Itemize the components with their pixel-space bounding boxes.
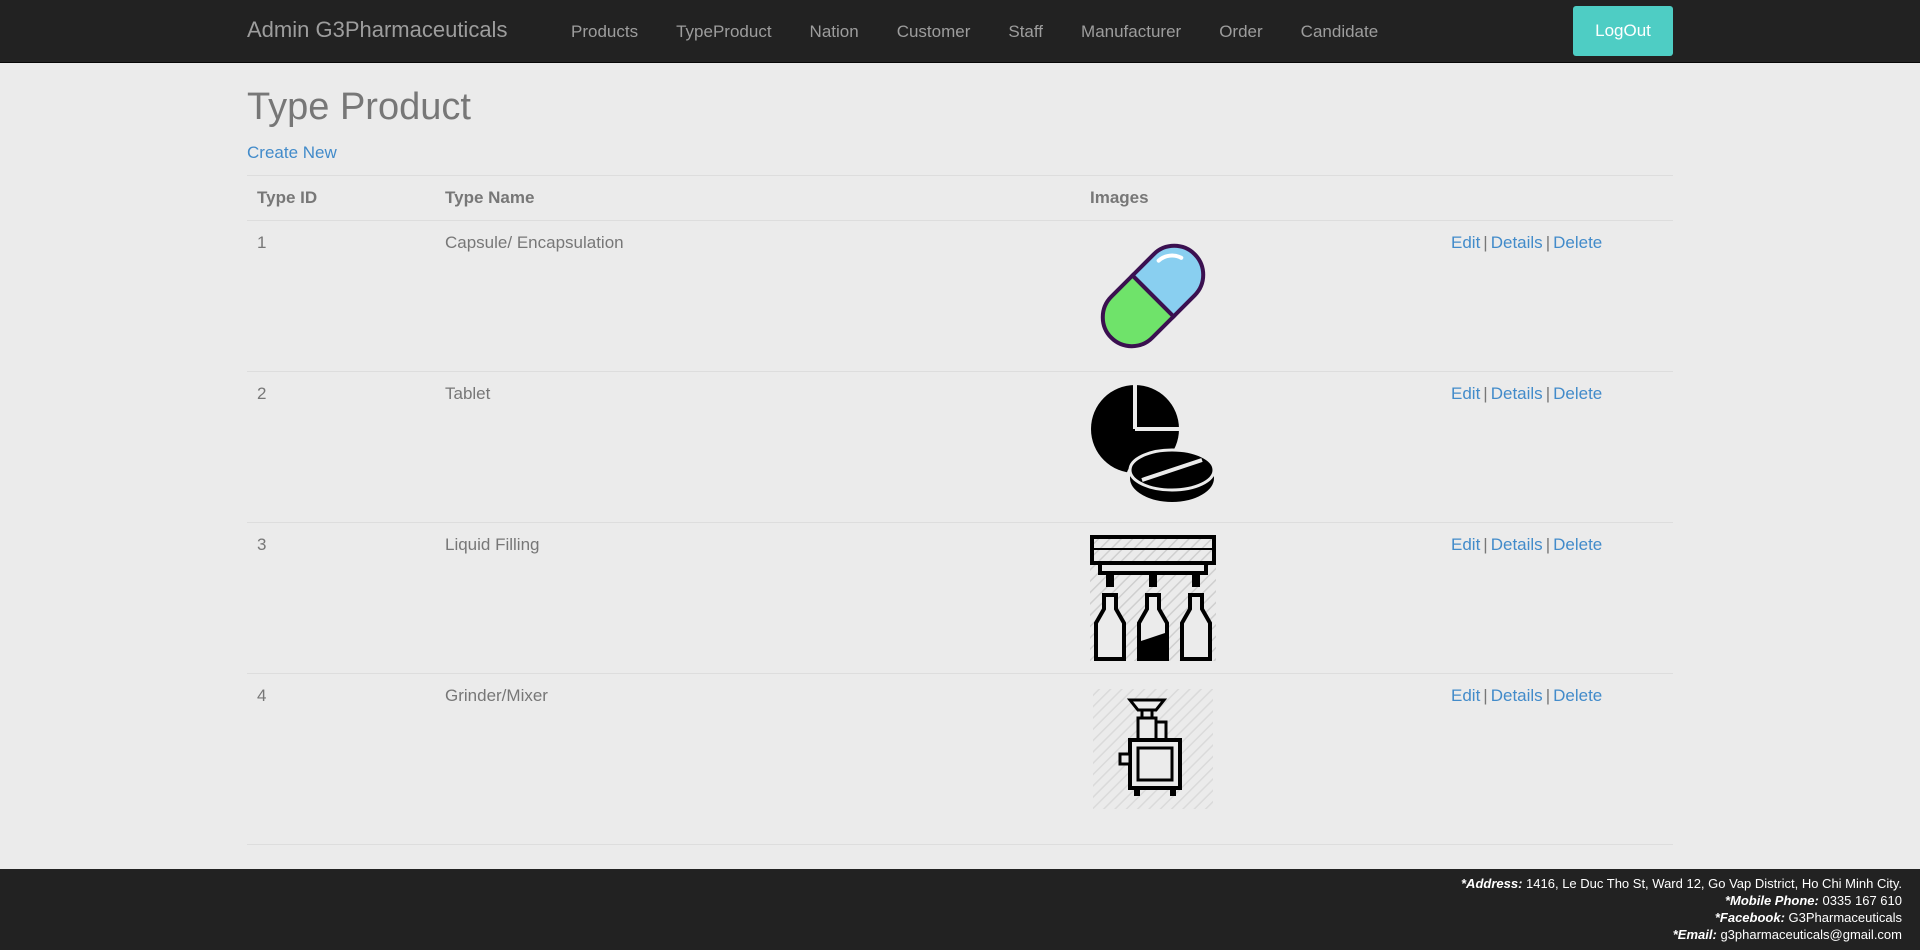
action-separator: |: [1545, 534, 1551, 554]
delete-link[interactable]: Delete: [1553, 233, 1602, 252]
type-product-table: Type ID Type Name Images 1 Capsule/ Enca…: [247, 174, 1673, 845]
table-row: 1 Capsule/ Encapsulation Edit | Details | De…: [247, 219, 1673, 372]
facebook-label: *Facebook:: [1714, 910, 1785, 925]
grinder-mixer-icon: [1093, 688, 1213, 809]
action-separator: |: [1545, 383, 1551, 403]
email-label: *Email:: [1672, 927, 1717, 942]
main-content: Type Product Create New Type ID Type Nam…: [247, 63, 1673, 845]
action-separator: |: [1545, 685, 1551, 705]
nav-link-staff[interactable]: Staff: [1008, 22, 1043, 42]
create-new-link[interactable]: Create New: [247, 143, 337, 163]
nav-item-typeproduct: TypeProduct: [657, 0, 790, 63]
table-row: 4 Grinder/Mixer Edit | Details | Delete: [247, 672, 1673, 845]
edit-link[interactable]: Edit: [1451, 686, 1480, 705]
address-value: 1416, Le Duc Tho St, Ward 12, Go Vap Dis…: [1526, 876, 1902, 891]
delete-link[interactable]: Delete: [1553, 535, 1602, 554]
action-separator: |: [1545, 232, 1551, 252]
nav-link-candidate[interactable]: Candidate: [1301, 22, 1379, 42]
delete-link[interactable]: Delete: [1553, 686, 1602, 705]
nav-link-products[interactable]: Products: [571, 22, 638, 42]
nav-link-typeproduct[interactable]: TypeProduct: [676, 22, 771, 42]
phone-label: *Mobile Phone:: [1724, 893, 1819, 908]
cell-image: [1088, 672, 1441, 845]
header-type-id: Type ID: [247, 174, 435, 221]
table-header-row: Type ID Type Name Images: [247, 174, 1673, 221]
cell-type-id: 1: [247, 219, 435, 372]
footer-address: *Address: 1416, Le Duc Tho St, Ward 12, …: [0, 875, 1902, 892]
cell-image: [1088, 521, 1441, 674]
header-actions: [1441, 174, 1673, 221]
liquid-filling-icon: [1090, 534, 1216, 661]
action-separator: |: [1483, 232, 1488, 252]
footer-facebook: *Facebook: G3Pharmaceuticals: [0, 909, 1902, 926]
brand-link[interactable]: Admin G3Pharmaceuticals: [247, 17, 507, 43]
nav-link-nation[interactable]: Nation: [810, 22, 859, 42]
nav-item-order: Order: [1200, 0, 1281, 63]
cell-type-id: 4: [247, 672, 435, 845]
edit-link[interactable]: Edit: [1451, 535, 1480, 554]
page-title: Type Product: [247, 86, 471, 128]
tablet-icon: [1091, 384, 1216, 506]
footer-phone: *Mobile Phone: 0335 167 610: [0, 892, 1902, 909]
nav-link-customer[interactable]: Customer: [897, 22, 971, 42]
cell-type-name: Tablet: [435, 370, 1088, 523]
email-value: g3pharmaceuticals@gmail.com: [1720, 927, 1902, 942]
edit-link[interactable]: Edit: [1451, 384, 1480, 403]
nav-item-products: Products: [552, 0, 657, 63]
table-row: 3 Liquid Filling Edit | Details | Delete: [247, 521, 1673, 674]
nav-item-staff: Staff: [989, 0, 1062, 63]
nav-link-manufacturer[interactable]: Manufacturer: [1081, 22, 1181, 42]
cell-type-id: 2: [247, 370, 435, 523]
nav-item-nation: Nation: [791, 0, 878, 63]
header-type-name: Type Name: [435, 174, 1088, 221]
facebook-value: G3Pharmaceuticals: [1788, 910, 1902, 925]
action-separator: |: [1483, 383, 1488, 403]
cell-type-name: Capsule/ Encapsulation: [435, 219, 1088, 372]
cell-actions: Edit | Details | Delete: [1441, 370, 1673, 523]
nav-item-manufacturer: Manufacturer: [1062, 0, 1200, 63]
cell-type-name: Grinder/Mixer: [435, 672, 1088, 845]
footer-email: *Email: g3pharmaceuticals@gmail.com: [0, 926, 1902, 943]
nav-item-customer: Customer: [878, 0, 990, 63]
cell-type-id: 3: [247, 521, 435, 674]
cell-actions: Edit | Details | Delete: [1441, 672, 1673, 845]
details-link[interactable]: Details: [1491, 233, 1543, 252]
footer: *Address: 1416, Le Duc Tho St, Ward 12, …: [0, 869, 1920, 950]
cell-image: [1088, 370, 1441, 523]
address-label: *Address:: [1461, 876, 1523, 891]
nav-item-candidate: Candidate: [1282, 0, 1398, 63]
cell-type-name: Liquid Filling: [435, 521, 1088, 674]
action-separator: |: [1483, 534, 1488, 554]
details-link[interactable]: Details: [1491, 686, 1543, 705]
cell-actions: Edit | Details | Delete: [1441, 521, 1673, 674]
cell-image: [1088, 219, 1441, 372]
details-link[interactable]: Details: [1491, 535, 1543, 554]
details-link[interactable]: Details: [1491, 384, 1543, 403]
delete-link[interactable]: Delete: [1553, 384, 1602, 403]
action-separator: |: [1483, 685, 1488, 705]
header-images: Images: [1088, 174, 1441, 221]
nav-link-order[interactable]: Order: [1219, 22, 1262, 42]
capsule-icon: [1100, 243, 1206, 348]
navbar-container: Admin G3Pharmaceuticals Products TypePro…: [247, 0, 1673, 63]
nav-links: Products TypeProduct Nation Customer Sta…: [552, 0, 1397, 63]
top-navbar: Admin G3Pharmaceuticals Products TypePro…: [0, 0, 1920, 63]
cell-actions: Edit | Details | Delete: [1441, 219, 1673, 372]
phone-value: 0335 167 610: [1822, 893, 1902, 908]
logout-button[interactable]: LogOut: [1573, 6, 1673, 56]
table-row: 2 Tablet Edit | Details | Delete: [247, 370, 1673, 523]
edit-link[interactable]: Edit: [1451, 233, 1480, 252]
